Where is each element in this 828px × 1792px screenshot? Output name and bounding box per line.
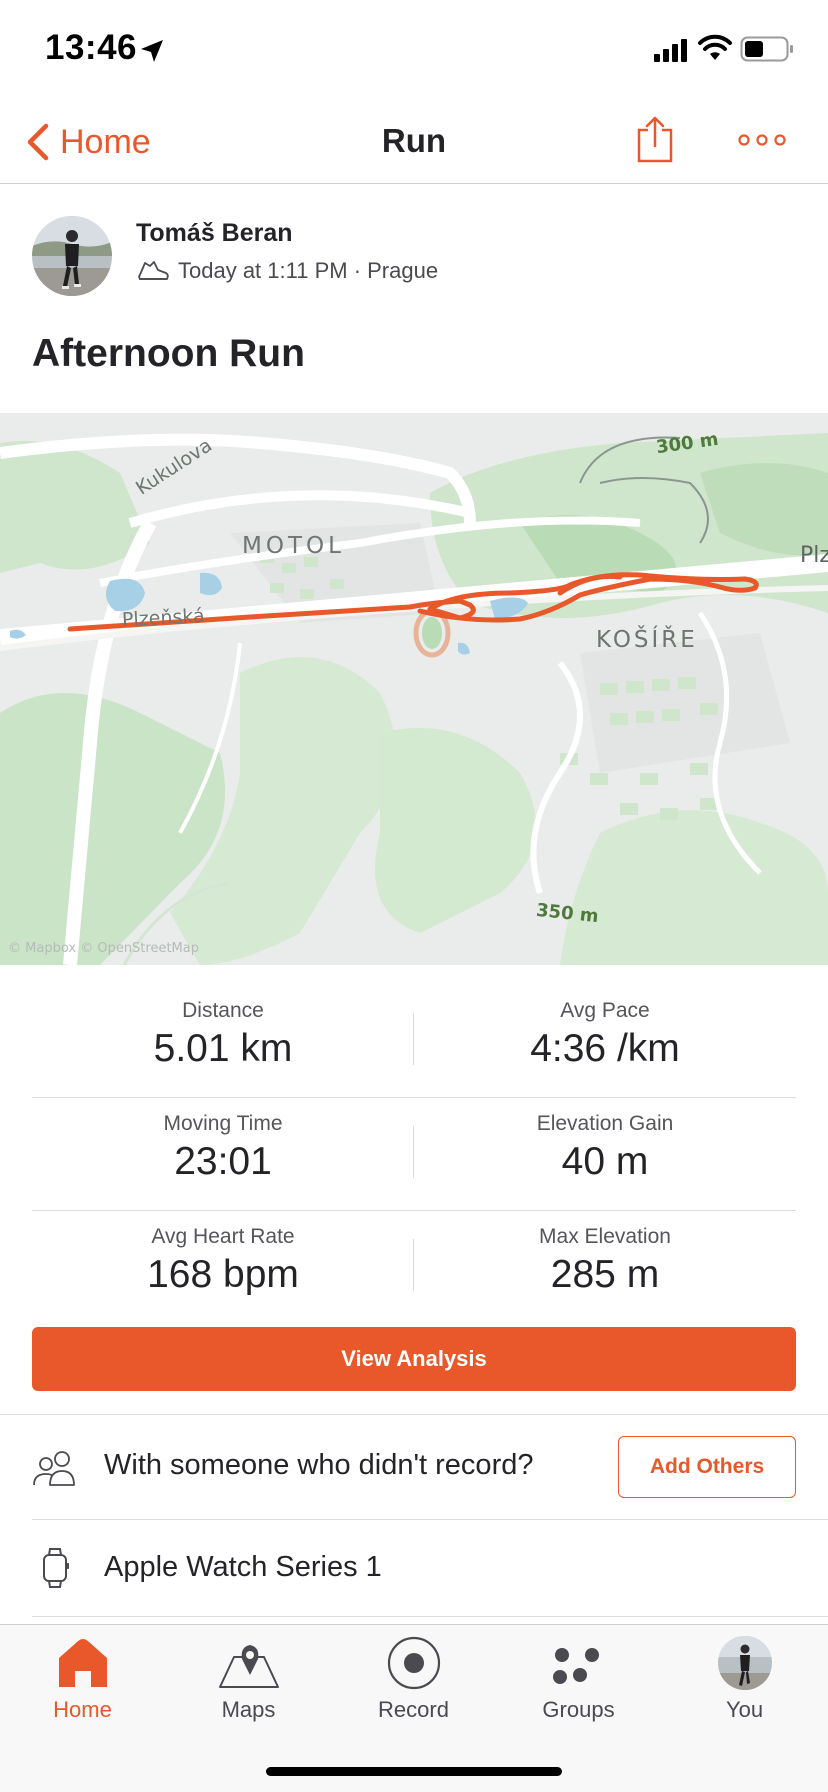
stat-avg-heart-rate: Avg Heart Rate 168 bpm [32,1225,414,1297]
activity-map[interactable]: Kukulova MOTOL Plzeňská KOŠÍŘE 300 m 350… [0,413,828,965]
share-icon[interactable] [635,116,675,164]
stat-label: Avg Heart Rate [151,1225,295,1248]
stat-value: 4:36 /km [530,1027,680,1070]
runner-photo-icon [32,216,112,296]
stat-avg-pace: Avg Pace 4:36 /km [414,999,796,1071]
stat-label: Distance [182,999,264,1022]
activity-meta-text: Today at 1:11 PM · Prague [178,258,439,283]
shoe-icon [138,261,169,280]
record-icon [387,1636,440,1690]
stats-grid: Distance 5.01 km Avg Pace 4:36 /km Movin… [32,985,796,1324]
cellular-signal-icon [654,39,687,62]
stat-row: Moving Time 23:01 Elevation Gain 40 m [32,1098,796,1211]
home-icon [58,1639,107,1687]
view-analysis-button[interactable]: View Analysis [32,1327,796,1391]
map-attribution[interactable]: © Mapbox © OpenStreetMap [8,941,199,956]
watch-icon [43,1548,69,1588]
stat-distance: Distance 5.01 km [32,999,414,1071]
tab-groups[interactable]: Groups [496,1625,661,1735]
stat-label: Moving Time [163,1112,283,1135]
tab-label: Groups [542,1697,615,1722]
wifi-icon [698,34,732,60]
map-label-motol: MOTOL [242,533,345,559]
device-name: Apple Watch Series 1 [104,1551,382,1583]
stat-label: Elevation Gain [536,1112,674,1135]
home-indicator [266,1767,562,1776]
stat-value: 5.01 km [153,1027,293,1070]
stat-label: Avg Pace [560,999,650,1022]
map-label-plz-edge: Plz [800,543,828,568]
stat-elevation-gain: Elevation Gain 40 m [414,1112,796,1184]
stat-value: 23:01 [174,1140,272,1183]
tab-label: You [725,1697,764,1722]
map-canvas [0,413,828,965]
activity-meta: Today at 1:11 PM · Prague [136,258,438,284]
maps-icon [218,1645,279,1688]
tab-record[interactable]: Record [331,1625,496,1735]
stat-value: 285 m [550,1253,660,1296]
stat-label: Max Elevation [539,1225,671,1248]
more-options-icon[interactable] [738,130,786,150]
athlete-name[interactable]: Tomáš Beran [136,219,293,248]
athlete-avatar[interactable] [32,216,112,296]
map-label-plzenska: Plzeňská [121,604,206,632]
page-title: Run [381,122,447,159]
tab-label: Record [378,1697,449,1722]
status-bar: 13:46 [0,0,828,100]
tab-label: Home [53,1697,112,1722]
groups-icon [552,1648,599,1684]
stat-value: 40 m [561,1140,649,1183]
people-icon [33,1451,75,1486]
nav-bar: Home Run [0,100,828,184]
status-time: 13:46 [45,28,138,67]
tab-home[interactable]: Home [0,1625,165,1735]
tab-maps[interactable]: Maps [166,1625,331,1735]
with-others-row: With someone who didn't record? Add Othe… [0,1415,828,1520]
tab-label: Maps [221,1697,276,1722]
stat-row: Distance 5.01 km Avg Pace 4:36 /km [32,985,796,1098]
map-label-kosire: KOŠÍŘE [596,627,698,653]
location-arrow-icon [141,40,163,62]
stat-value: 168 bpm [147,1253,299,1296]
device-row: Apple Watch Series 1 [0,1520,828,1617]
battery-icon [740,36,793,62]
stat-max-elevation: Max Elevation 285 m [414,1225,796,1297]
stat-row: Avg Heart Rate 168 bpm Max Elevation 285… [32,1211,796,1324]
activity-title: Afternoon Run [32,332,305,375]
stat-moving-time: Moving Time 23:01 [32,1112,414,1184]
tab-you[interactable]: You [662,1625,827,1735]
avatar [717,1636,772,1690]
with-others-text: With someone who didn't record? [104,1449,534,1481]
add-others-button[interactable]: Add Others [618,1436,796,1498]
row-divider [32,1616,828,1617]
